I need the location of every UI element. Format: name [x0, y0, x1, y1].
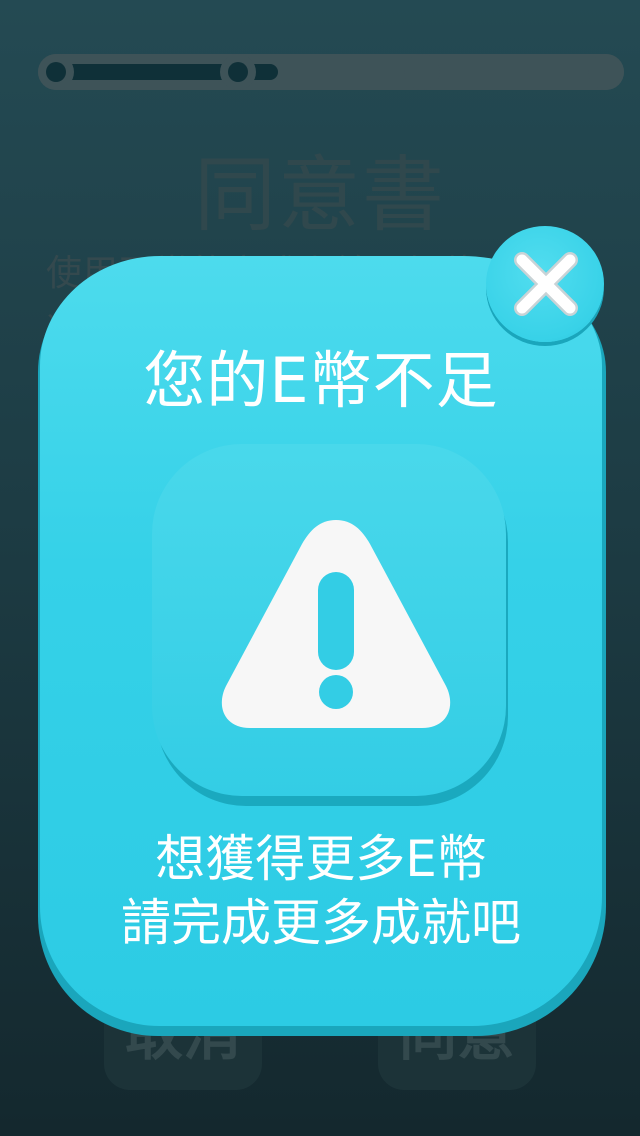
close-icon	[514, 252, 578, 316]
close-button[interactable]	[486, 226, 604, 342]
progress-step-2	[220, 54, 256, 90]
dialog-message-line-2: 請完成更多成就吧	[121, 894, 521, 952]
dialog-message-line-1: 想獲得更多E幣	[155, 830, 487, 888]
progress-step-1	[38, 54, 74, 90]
progress-step-3	[404, 54, 440, 90]
progress-stepper	[38, 54, 624, 90]
dialog-title: 您的E幣不足	[143, 344, 499, 417]
progress-step-4	[588, 54, 624, 90]
warning-icon	[221, 520, 451, 728]
